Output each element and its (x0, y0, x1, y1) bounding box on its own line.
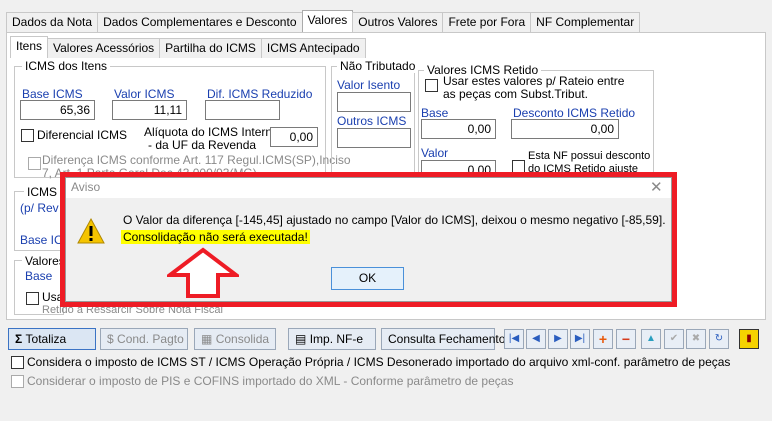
aliquota-label-1: Alíquota do ICMS Interna (144, 125, 279, 139)
confirm-icon[interactable]: ✔ (664, 329, 684, 349)
first-record-icon[interactable]: |◀ (504, 329, 524, 349)
ok-button[interactable]: OK (331, 267, 404, 290)
diferenca-checkbox[interactable] (28, 157, 41, 170)
desconto-retido-field[interactable]: 0,00 (511, 119, 619, 139)
valores-partial-checkbox[interactable] (26, 292, 39, 305)
last-record-icon[interactable]: ▶| (570, 329, 590, 349)
diferencial-label: Diferencial ICMS (37, 128, 128, 142)
dialog-title: Aviso (71, 180, 101, 194)
icms-st-sub: (p/ Rev (20, 201, 59, 215)
tab-partilha-icms[interactable]: Partilha do ICMS (159, 38, 262, 58)
usar-valores-line1: Usar estes valores p/ Rateio entre (443, 74, 625, 88)
tab-nf-complementar[interactable]: NF Complementar (530, 12, 641, 32)
tab-valores[interactable]: Valores (301, 10, 354, 32)
desconto-retido-label: Desconto ICMS Retido (513, 106, 636, 120)
printer-icon: ▤ (295, 332, 307, 346)
base-icms-label: Base ICMS (22, 87, 83, 101)
base-icms-field[interactable]: 65,36 (20, 100, 95, 120)
icms-itens-title: ICMS dos Itens (22, 59, 111, 73)
delete-record-icon[interactable]: − (616, 329, 636, 349)
diferencial-checkbox[interactable] (21, 129, 34, 142)
valor-icms-field[interactable]: 11,11 (112, 100, 187, 120)
tab-outros-valores[interactable]: Outros Valores (352, 12, 444, 32)
calculator-icon: ▦ (201, 332, 213, 346)
nf-desconto-line1: Esta NF possui desconto (528, 150, 651, 162)
dif-icms-field[interactable] (205, 100, 280, 120)
add-record-icon[interactable]: + (593, 329, 613, 349)
next-record-icon[interactable]: ▶ (548, 329, 568, 349)
consulta-fechamento-button[interactable]: Consulta Fechamento (381, 328, 505, 350)
aliquota-field[interactable]: 0,00 (270, 127, 318, 147)
considerar-pis-cofins-label: Considerar o imposto de PIS e COFINS imp… (27, 374, 514, 388)
edit-record-icon[interactable]: ▲ (641, 329, 661, 349)
consolida-button[interactable]: ▦ Consolida (194, 328, 276, 350)
outros-icms-field[interactable] (337, 128, 411, 148)
warning-icon (77, 217, 105, 244)
outer-tabbar: Dados da Nota Dados Complementares e Des… (6, 10, 641, 32)
refresh-icon[interactable]: ↻ (709, 329, 729, 349)
retido-base-label: Base (421, 106, 449, 120)
valor-icms-label: Valor ICMS (114, 87, 175, 101)
tab-frete-por-fora[interactable]: Frete por Fora (442, 12, 532, 32)
considerar-pis-cofins-checkbox[interactable] (11, 375, 24, 388)
dialog-highlight-text: Consolidação não será executada! (121, 230, 310, 244)
dialog-titlebar (66, 178, 671, 198)
tab-valores-acessorios[interactable]: Valores Acessórios (47, 38, 161, 58)
cond-pagto-button[interactable]: $ Cond. Pagto (100, 328, 188, 350)
considera-icms-st-label: Considera o imposto de ICMS ST / ICMS Op… (27, 355, 731, 369)
dialog-message: O Valor da diferença [-145,45] ajustado … (123, 213, 666, 227)
dollar-icon: $ (107, 332, 114, 346)
exit-door-icon[interactable]: ▮ (739, 329, 759, 349)
valor-isento-field[interactable] (337, 92, 411, 112)
cancel-icon[interactable]: ✖ (686, 329, 706, 349)
retido-base-field[interactable]: 0,00 (421, 119, 496, 139)
retido-valor-label: Valor (421, 146, 449, 160)
sigma-icon: Σ (15, 332, 23, 346)
tab-dados-complementares[interactable]: Dados Complementares e Desconto (97, 12, 303, 32)
valores-partial-base-label: Base (25, 269, 53, 283)
tab-dados-nota[interactable]: Dados da Nota (6, 12, 99, 32)
prev-record-icon[interactable]: ◀ (526, 329, 546, 349)
close-icon[interactable]: ✕ (650, 178, 663, 196)
tab-icms-antecipado[interactable]: ICMS Antecipado (260, 38, 366, 58)
usar-valores-line2: as peças com Subst.Tribut. (443, 87, 588, 101)
inner-tabbar: Itens Valores Acessórios Partilha do ICM… (10, 36, 366, 58)
dif-icms-label: Dif. ICMS Reduzido (207, 87, 313, 101)
totaliza-button[interactable]: Σ Totaliza (8, 328, 96, 350)
usar-valores-checkbox[interactable] (425, 79, 438, 92)
arrow-up-annotation-icon (167, 247, 239, 298)
outros-icms-label: Outros ICMS (337, 114, 407, 128)
imp-nfe-button[interactable]: ▤ Imp. NF-e (288, 328, 376, 350)
tab-itens[interactable]: Itens (10, 36, 49, 58)
considera-icms-st-checkbox[interactable] (11, 356, 24, 369)
diferenca-line1: Diferença ICMS conforme Art. 117 Regul.I… (42, 153, 351, 167)
aliquota-label-2: - da UF da Revenda (148, 138, 257, 152)
nao-tributado-title: Não Tributado (337, 59, 419, 73)
valor-isento-label: Valor Isento (337, 78, 401, 92)
